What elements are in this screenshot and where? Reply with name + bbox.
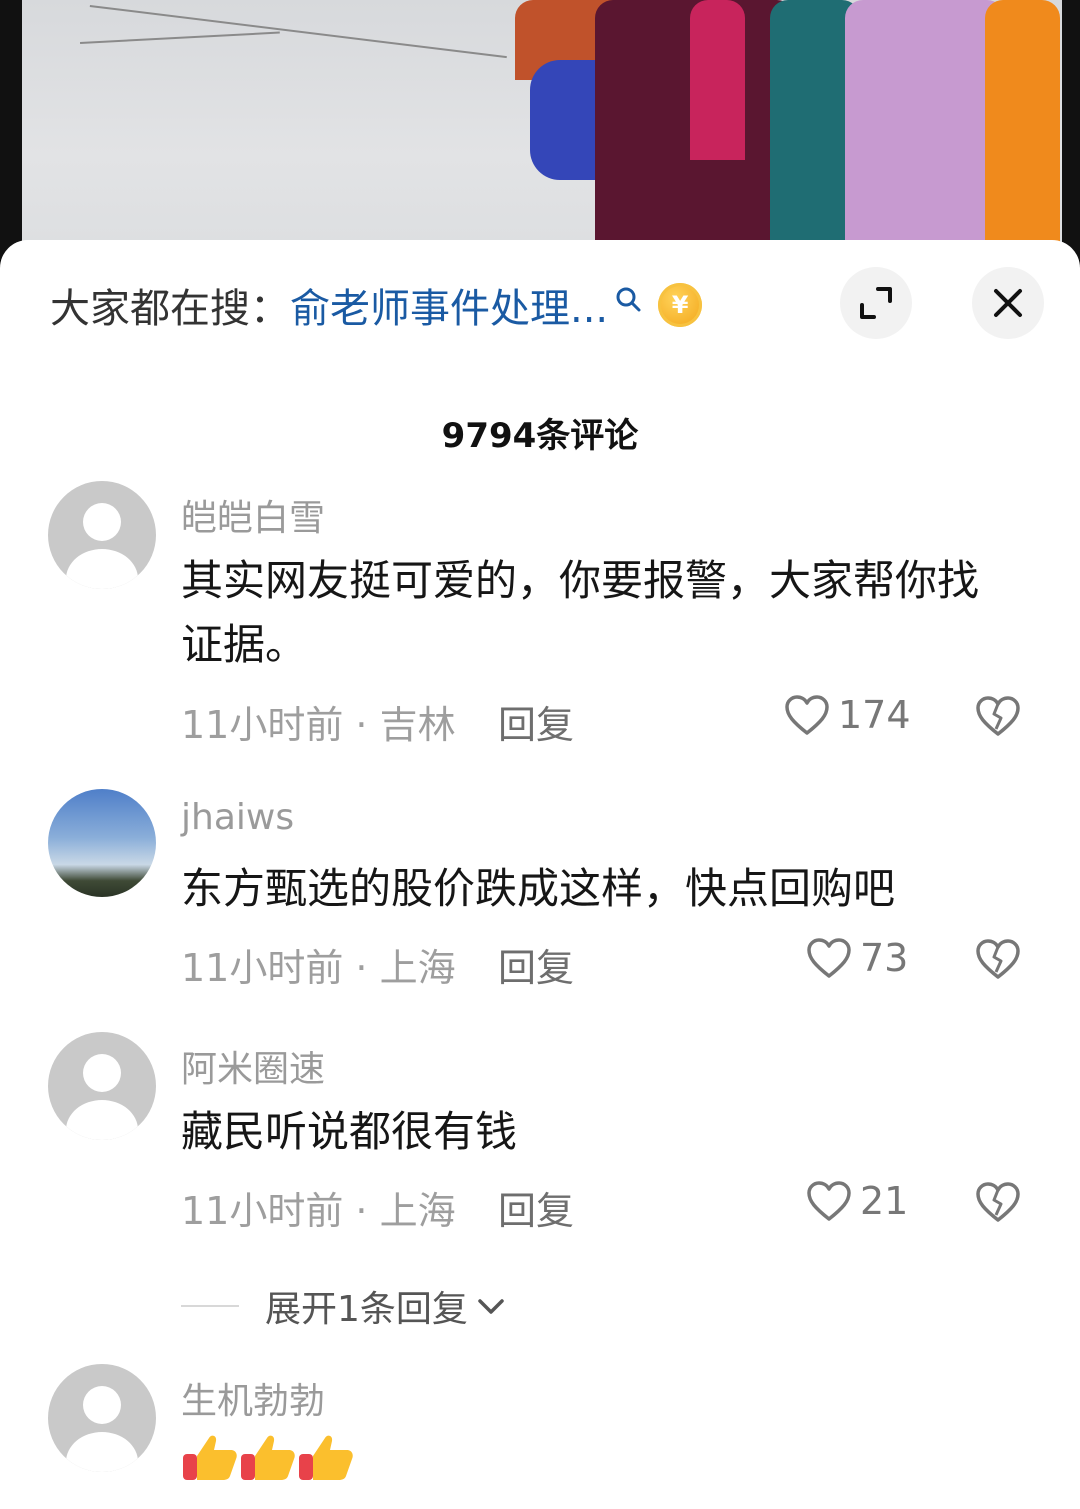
chevron-down-icon [478, 1299, 504, 1314]
heart-icon [785, 695, 829, 735]
like-count: 73 [860, 936, 909, 980]
thumbs-up-icon [239, 1430, 297, 1484]
reply-button[interactable]: 回复 [498, 937, 574, 992]
divider-line [181, 1305, 239, 1307]
expand-icon [860, 287, 892, 319]
avatar-head [83, 1386, 121, 1424]
avatar-head [83, 1054, 121, 1092]
heart-icon [807, 938, 851, 978]
comment-username[interactable]: jhaiws [181, 797, 294, 838]
like-count: 21 [860, 1179, 909, 1223]
video-preview[interactable] [0, 0, 1080, 260]
avatar-body [66, 1432, 138, 1472]
comment-username[interactable]: 生机勃勃 [181, 1372, 325, 1424]
avatar[interactable] [48, 481, 156, 589]
expand-replies-label: 展开1条回复 [265, 1289, 468, 1330]
comment-text[interactable]: 东方甄选的股价跌成这样，快点回购吧 [181, 857, 1011, 921]
avatar[interactable] [48, 1364, 156, 1472]
comments-sheet: 大家都在搜： 俞老师事件处理... ¥ 9794条评论 皑皑白雪 其实网友挺可爱… [0, 240, 1080, 1509]
comment-username[interactable]: 阿米圈速 [181, 1040, 325, 1092]
video-figure [985, 0, 1060, 260]
search-icon[interactable] [614, 285, 644, 325]
broken-heart-icon [976, 1182, 1020, 1222]
search-suggestion-bar[interactable]: 大家都在搜： 俞老师事件处理... ¥ [50, 276, 703, 334]
comment-item: 阿米圈速 藏民听说都很有钱 11小时前 · 上海 回复 21 [0, 1032, 1080, 1235]
dislike-button[interactable] [975, 695, 1021, 741]
close-button[interactable] [972, 267, 1044, 339]
comment-item: jhaiws 东方甄选的股价跌成这样，快点回购吧 11小时前 · 上海 回复 7… [0, 789, 1080, 992]
comment-emoji-row[interactable] [181, 1430, 355, 1484]
video-figure [845, 0, 1005, 260]
dislike-button[interactable] [975, 938, 1021, 984]
reply-button[interactable]: 回复 [498, 694, 574, 749]
reply-button[interactable]: 回复 [498, 1180, 574, 1235]
broken-heart-icon [976, 939, 1020, 979]
avatar[interactable] [48, 789, 156, 897]
comment-item: 皑皑白雪 其实网友挺可爱的，你要报警，大家帮你找证据。 11小时前 · 吉林 回… [0, 481, 1080, 747]
dislike-button[interactable] [975, 1181, 1021, 1227]
avatar[interactable] [48, 1032, 156, 1140]
search-prefix: 大家都在搜： [50, 286, 290, 332]
comment-meta: 11小时前 · 上海 [181, 1189, 456, 1233]
thumbs-up-icon [181, 1430, 239, 1484]
expand-button[interactable] [840, 267, 912, 339]
comment-item: 生机勃勃 [0, 1364, 1080, 1509]
avatar-body [66, 1100, 138, 1140]
heart-icon [807, 1181, 851, 1221]
thumbs-up-icon [297, 1430, 355, 1484]
comment-meta: 11小时前 · 吉林 [181, 703, 456, 747]
comment-text[interactable]: 藏民听说都很有钱 [181, 1100, 1011, 1164]
like-button[interactable]: 174 [784, 693, 911, 737]
like-button[interactable]: 21 [806, 1179, 908, 1223]
comment-username[interactable]: 皑皑白雪 [181, 489, 325, 541]
expand-replies-button[interactable]: 展开1条回复 [181, 1280, 508, 1332]
avatar-head [83, 503, 121, 541]
broken-heart-icon [976, 696, 1020, 736]
avatar-body [66, 549, 138, 589]
search-query-link[interactable]: 俞老师事件处理... [290, 276, 608, 334]
comment-count: 9794条评论 [441, 416, 639, 456]
coin-icon[interactable]: ¥ [658, 283, 703, 327]
comment-text[interactable]: 其实网友挺可爱的，你要报警，大家帮你找证据。 [181, 549, 1011, 677]
video-figure [690, 0, 745, 160]
comment-meta: 11小时前 · 上海 [181, 946, 456, 990]
close-icon [994, 289, 1022, 317]
like-button[interactable]: 73 [806, 936, 908, 980]
like-count: 174 [838, 693, 911, 737]
